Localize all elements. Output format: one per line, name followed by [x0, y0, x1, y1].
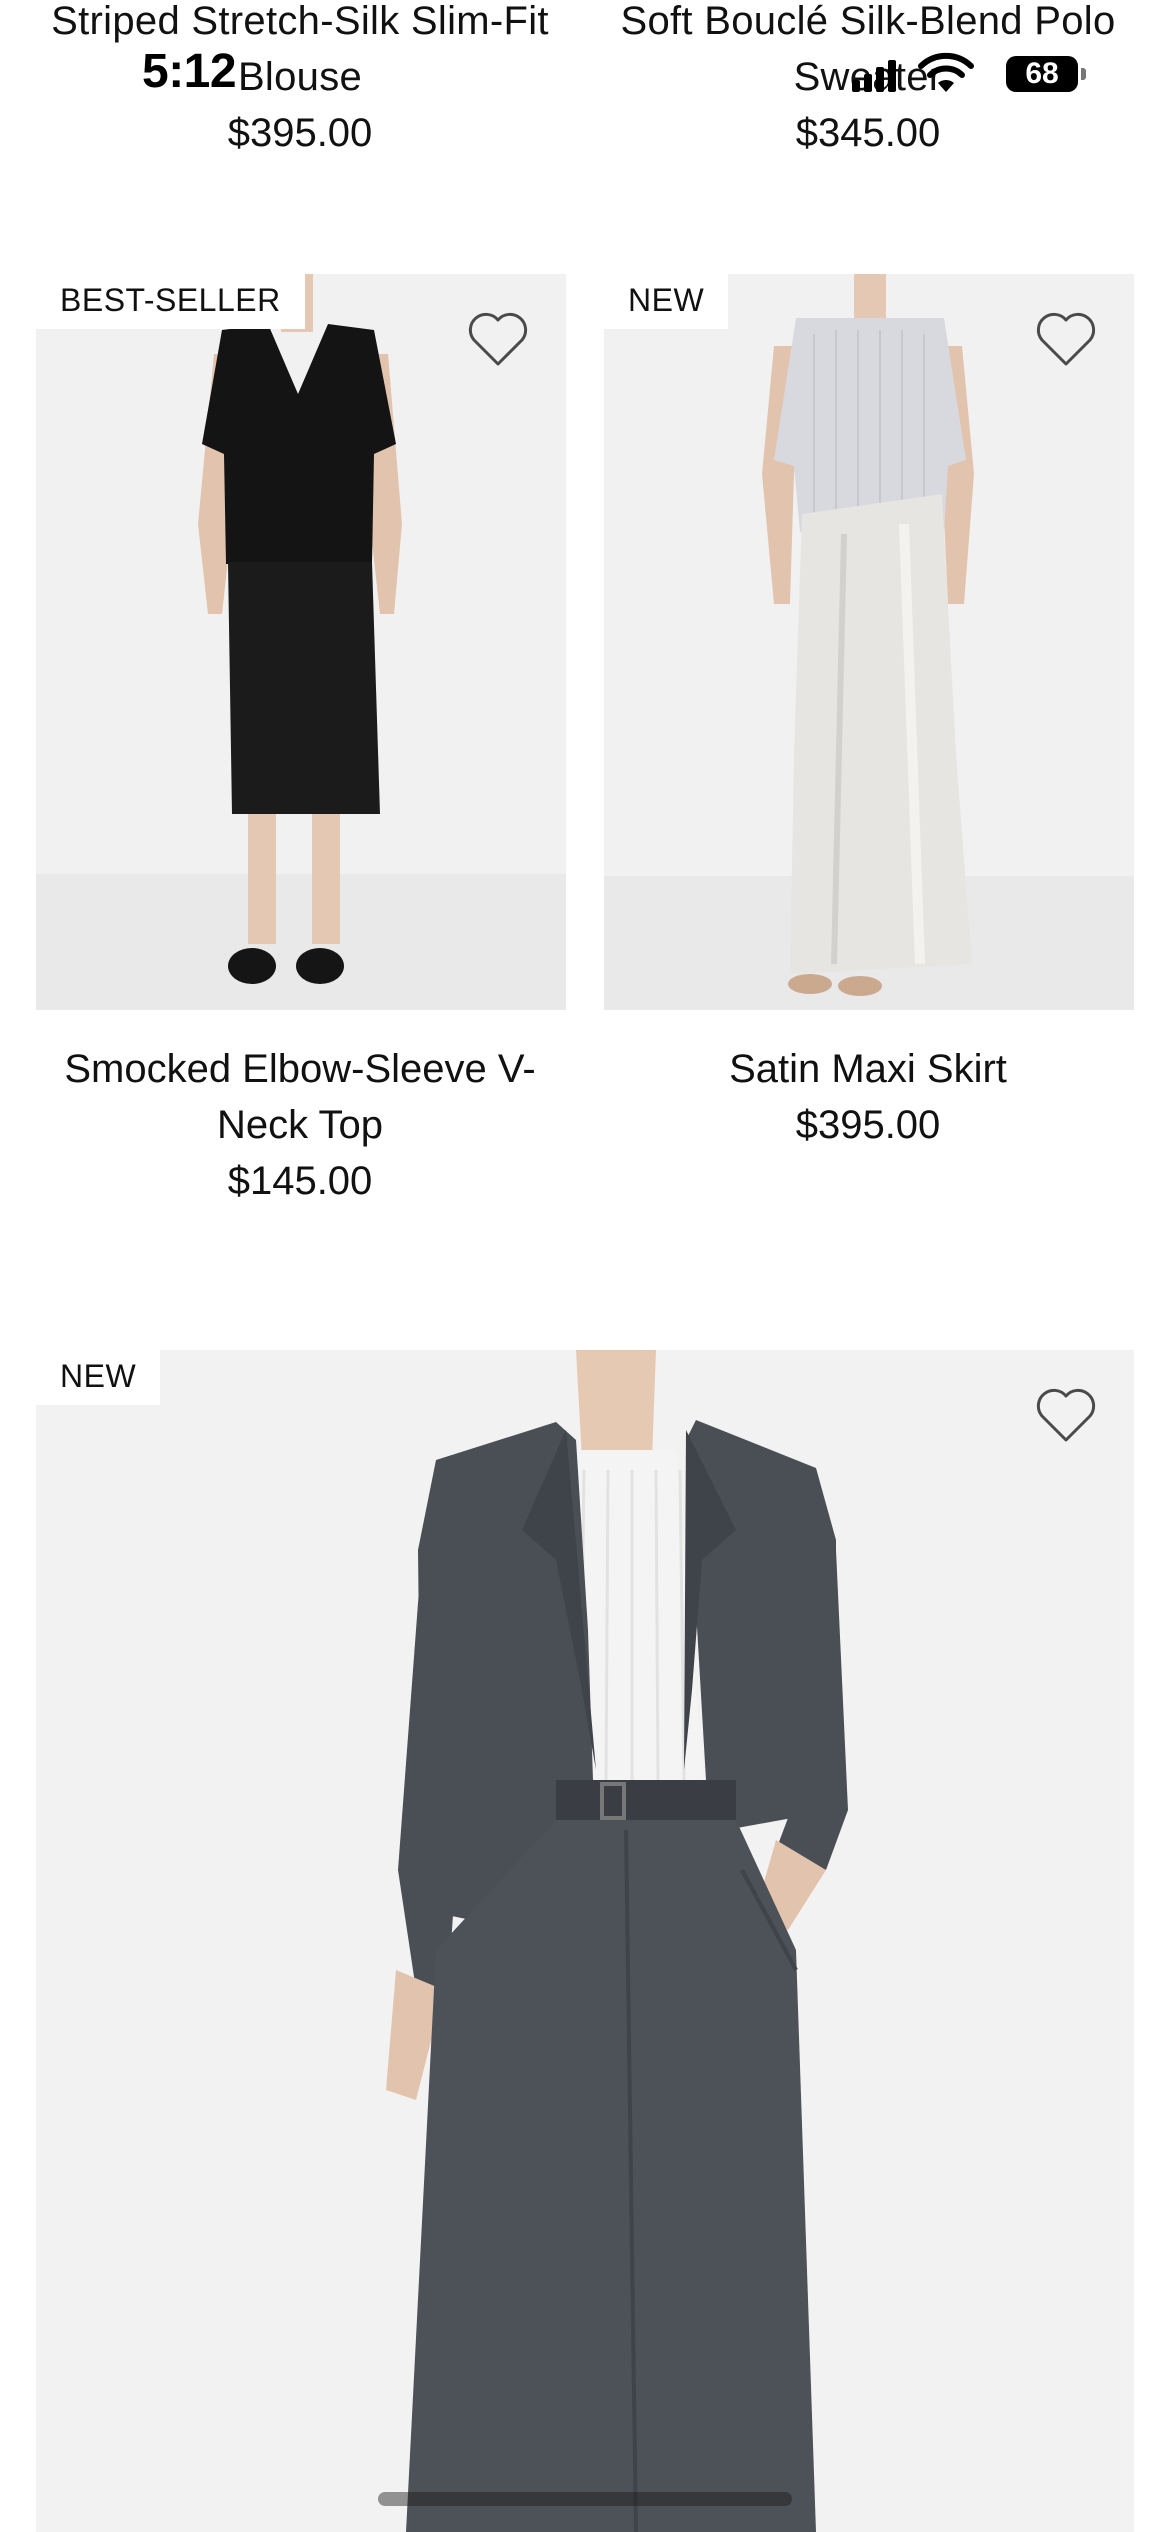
wishlist-heart-icon[interactable]: [1034, 310, 1098, 368]
wishlist-heart-icon[interactable]: [466, 310, 530, 368]
wifi-icon: [918, 52, 974, 92]
product-price: $395.00: [227, 111, 373, 155]
status-time: 5:12: [142, 45, 237, 98]
product-title-line1[interactable]: Striped Stretch-Silk Slim-Fit: [20, 0, 580, 50]
product-title-line1[interactable]: Soft Bouclé Silk-Blend Polo: [588, 0, 1148, 50]
battery-icon: 68: [1006, 56, 1078, 92]
grey-knit-top-and-satin-maxi-skirt-photo: [604, 274, 1134, 1010]
battery-cap: [1081, 68, 1086, 80]
product-badge: NEW: [604, 274, 729, 329]
home-indicator[interactable]: [378, 2492, 792, 2506]
product-badge: BEST-SELLER: [36, 274, 305, 329]
product-title[interactable]: Satin Maxi Skirt: [588, 1040, 1148, 1098]
product-image[interactable]: NEW: [604, 274, 1134, 1010]
product-badge: NEW: [36, 1350, 161, 1405]
product-title-line1[interactable]: Smocked Elbow-Sleeve V-: [20, 1040, 580, 1098]
product-price: $395.00: [795, 1103, 941, 1147]
status-icons: 68: [850, 50, 1090, 100]
product-image[interactable]: BEST-SELLER: [36, 274, 566, 1010]
battery-level: 68: [1025, 57, 1059, 90]
product-price: $145.00: [227, 1159, 373, 1203]
black-v-neck-top-and-skirt-photo: [36, 274, 566, 1010]
product-title-line2[interactable]: Neck Top: [20, 1096, 580, 1154]
product-image[interactable]: NEW: [36, 1350, 1134, 2532]
wishlist-heart-icon[interactable]: [1034, 1386, 1098, 1444]
charcoal-blazer-and-trousers-photo: [36, 1350, 1134, 2532]
product-price: $345.00: [795, 111, 941, 155]
product-title-line2[interactable]: Blouse: [20, 48, 580, 106]
